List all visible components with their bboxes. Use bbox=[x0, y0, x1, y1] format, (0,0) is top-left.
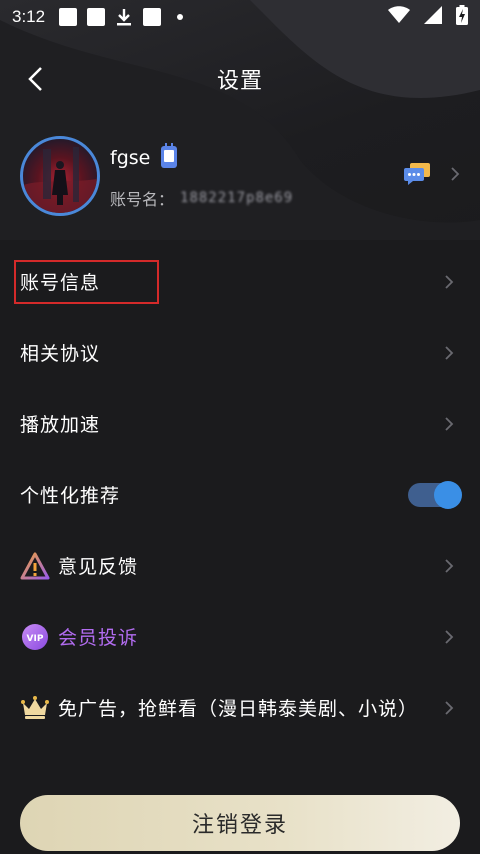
signal-icon bbox=[424, 5, 442, 29]
highlight-box bbox=[14, 260, 159, 304]
menu-item-feedback[interactable]: 意见反馈 bbox=[0, 530, 480, 601]
chevron-right-icon bbox=[445, 700, 454, 715]
menu-item-label: 相关协议 bbox=[20, 343, 101, 365]
menu-item-label: 个性化推荐 bbox=[20, 485, 121, 507]
status-bar: 3:12 bbox=[0, 0, 480, 34]
header: 设置 bbox=[0, 48, 480, 110]
page-title: 设置 bbox=[216, 69, 263, 94]
logout-button[interactable]: 注销登录 bbox=[20, 795, 460, 851]
menu-item-account-info[interactable]: 账号信息 bbox=[0, 246, 480, 317]
chevron-right-icon bbox=[445, 558, 454, 573]
settings-menu: 账号信息 相关协议 播放加速 个性化推荐 意见反馈 VIP 会员投诉 免广告，抢… bbox=[0, 246, 480, 743]
menu-item-vip-complaint[interactable]: VIP 会员投诉 bbox=[0, 601, 480, 672]
username-row: fgse bbox=[110, 142, 293, 174]
crown-icon bbox=[20, 693, 50, 723]
menu-item-personalized-recommendation: 个性化推荐 bbox=[0, 459, 480, 530]
menu-item-playback-acceleration[interactable]: 播放加速 bbox=[0, 388, 480, 459]
square-notification-icon bbox=[143, 8, 162, 26]
toggle-knob bbox=[434, 480, 462, 509]
account-value: 1882217p8e69 bbox=[180, 189, 294, 206]
warning-triangle-icon bbox=[20, 551, 50, 581]
battery-charging-icon bbox=[456, 4, 468, 30]
account-row: 账号名： 1882217p8e69 bbox=[110, 186, 293, 210]
square-notification-icon bbox=[59, 8, 78, 26]
menu-item-agreements[interactable]: 相关协议 bbox=[0, 317, 480, 388]
menu-item-label: 会员投诉 bbox=[58, 627, 139, 649]
wifi-icon bbox=[388, 5, 410, 29]
menu-item-ad-free-promo[interactable]: 免广告，抢鲜看（漫日韩泰美剧、小说） bbox=[0, 672, 480, 743]
profile-info: fgse 账号名： 1882217p8e69 bbox=[110, 142, 293, 210]
menu-item-label: 免广告，抢鲜看（漫日韩泰美剧、小说） bbox=[58, 698, 419, 720]
account-label: 账号名： bbox=[110, 189, 175, 209]
chevron-left-icon bbox=[28, 67, 42, 91]
menu-item-label: 播放加速 bbox=[20, 414, 101, 436]
username: fgse bbox=[110, 147, 151, 169]
vip-icon: VIP bbox=[20, 622, 50, 652]
status-time: 3:12 bbox=[12, 7, 46, 26]
chevron-right-icon bbox=[445, 274, 454, 289]
vip-icon-text: VIP bbox=[27, 634, 44, 644]
personalized-recommendation-toggle[interactable] bbox=[408, 480, 462, 509]
chevron-right-icon bbox=[445, 416, 454, 431]
profile-actions bbox=[404, 163, 460, 189]
back-button[interactable] bbox=[20, 62, 50, 96]
menu-item-label: 意见反馈 bbox=[58, 556, 139, 578]
chevron-right-icon bbox=[445, 345, 454, 360]
dot-icon bbox=[177, 14, 184, 20]
avatar[interactable] bbox=[20, 136, 100, 216]
download-icon bbox=[115, 8, 133, 26]
chevron-right-icon bbox=[450, 166, 460, 186]
chevron-right-icon bbox=[445, 629, 454, 644]
profile-card[interactable]: fgse 账号名： 1882217p8e69 bbox=[0, 132, 480, 220]
chat-bubble-icon[interactable] bbox=[404, 163, 430, 189]
phone-badge-icon bbox=[160, 142, 178, 174]
square-notification-icon bbox=[87, 8, 106, 26]
